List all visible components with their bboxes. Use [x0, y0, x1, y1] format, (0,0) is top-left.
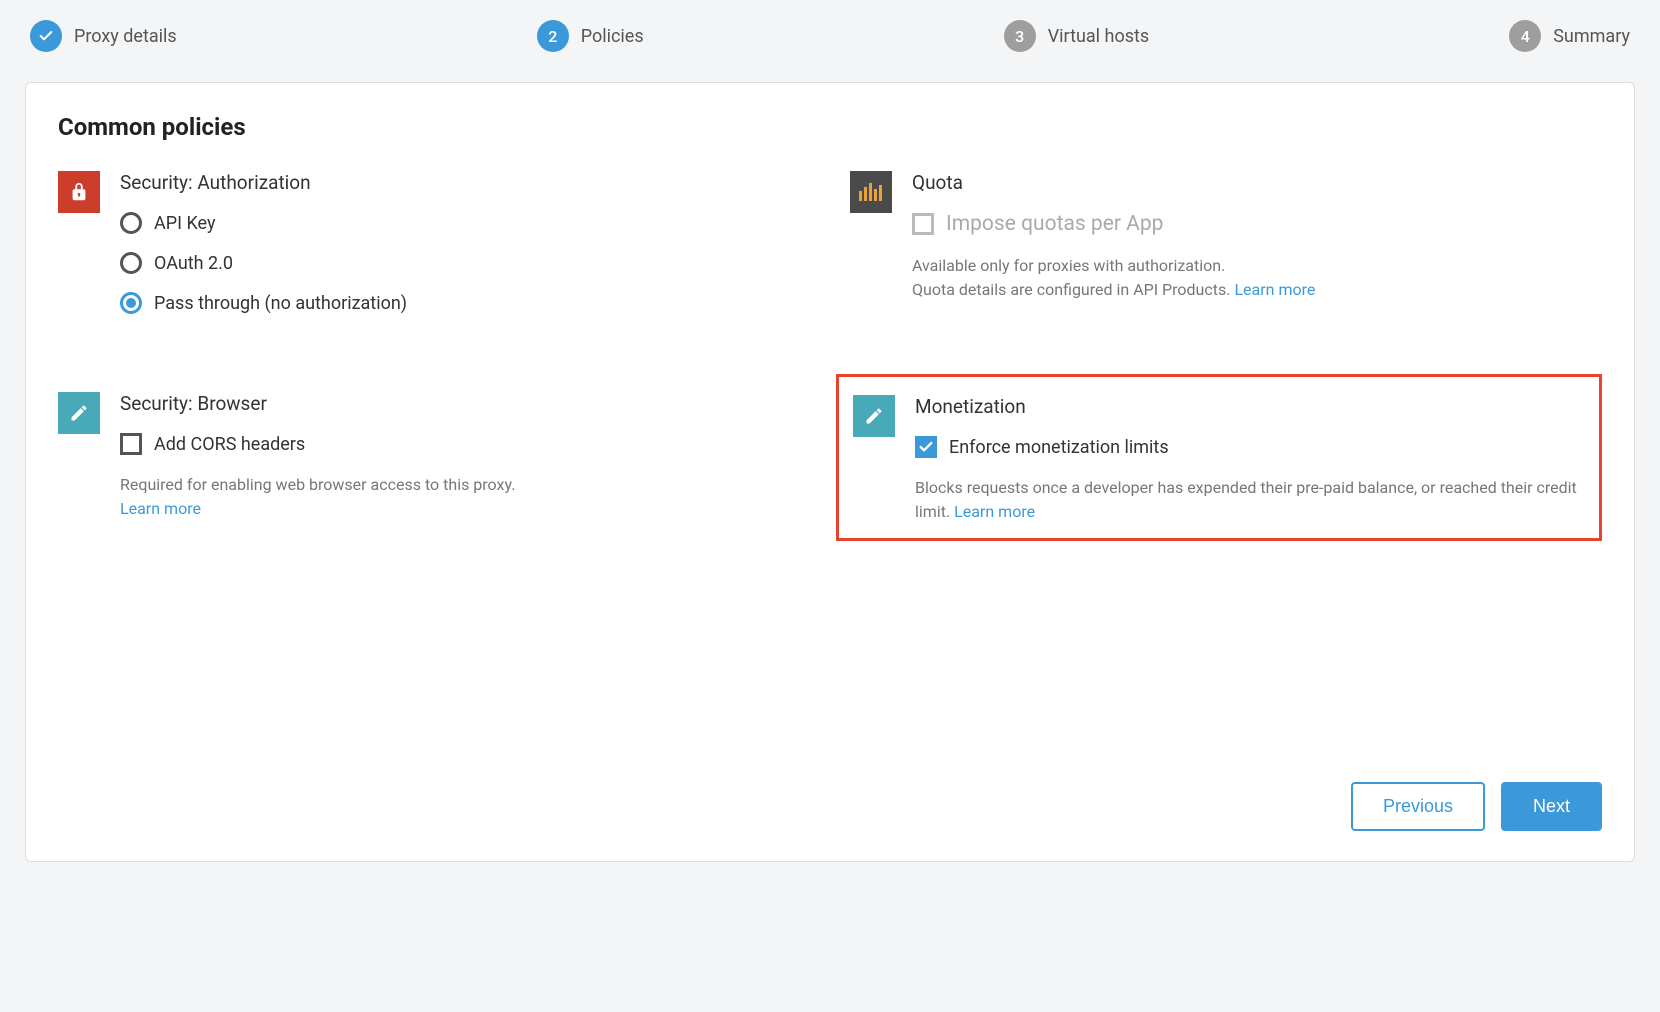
radio-icon [120, 212, 142, 234]
policy-heading: Security: Authorization [120, 171, 810, 194]
policy-description: Available only for proxies with authoriz… [912, 254, 1602, 302]
checkbox-icon [915, 436, 937, 458]
radio-label: OAuth 2.0 [154, 253, 233, 274]
bar-chart-icon [850, 171, 892, 213]
radio-icon [120, 252, 142, 274]
step-virtual-hosts[interactable]: 3 Virtual hosts [1004, 20, 1149, 52]
step-number-icon: 2 [537, 20, 569, 52]
checkbox-icon [120, 433, 142, 455]
policy-heading: Security: Browser [120, 392, 810, 415]
checkbox-impose-quotas: Impose quotas per App [912, 212, 1602, 236]
learn-more-link[interactable]: Learn more [954, 502, 1035, 521]
wizard-actions: Previous Next [58, 782, 1602, 831]
check-icon [30, 20, 62, 52]
wizard-stepper: Proxy details 2 Policies 3 Virtual hosts… [0, 0, 1660, 82]
radio-api-key[interactable]: API Key [120, 212, 810, 234]
checkbox-label: Enforce monetization limits [949, 437, 1169, 458]
step-number-icon: 4 [1509, 20, 1541, 52]
panel-title: Common policies [58, 113, 1602, 141]
lock-icon [58, 171, 100, 213]
step-policies[interactable]: 2 Policies [537, 20, 644, 52]
policy-security-authorization: Security: Authorization API Key OAuth 2.… [58, 171, 810, 332]
step-label: Proxy details [74, 26, 177, 47]
checkbox-enforce-monetization[interactable]: Enforce monetization limits [915, 436, 1585, 458]
monetization-highlight: Monetization Enforce monetization limits… [836, 374, 1602, 541]
policy-description: Blocks requests once a developer has exp… [915, 476, 1585, 524]
step-number-icon: 3 [1004, 20, 1036, 52]
radio-pass-through[interactable]: Pass through (no authorization) [120, 292, 810, 314]
step-summary[interactable]: 4 Summary [1509, 20, 1630, 52]
policy-quota: Quota Impose quotas per App Available on… [850, 171, 1602, 332]
radio-label: API Key [154, 213, 215, 234]
checkbox-label: Add CORS headers [154, 434, 305, 455]
previous-button[interactable]: Previous [1351, 782, 1485, 831]
next-button[interactable]: Next [1501, 782, 1602, 831]
policies-panel: Common policies Security: Authorization … [25, 82, 1635, 862]
policy-heading: Monetization [915, 395, 1585, 418]
learn-more-link[interactable]: Learn more [120, 499, 201, 518]
checkbox-add-cors[interactable]: Add CORS headers [120, 433, 810, 455]
policy-security-browser: Security: Browser Add CORS headers Requi… [58, 392, 810, 541]
step-label: Policies [581, 26, 644, 47]
checkbox-icon [912, 213, 934, 235]
policy-description: Required for enabling web browser access… [120, 473, 810, 521]
policy-heading: Quota [912, 171, 1602, 194]
pencil-icon [58, 392, 100, 434]
pencil-icon [853, 395, 895, 437]
step-label: Virtual hosts [1048, 26, 1149, 47]
learn-more-link[interactable]: Learn more [1234, 280, 1315, 299]
step-proxy-details[interactable]: Proxy details [30, 20, 177, 52]
radio-oauth[interactable]: OAuth 2.0 [120, 252, 810, 274]
step-label: Summary [1553, 26, 1630, 47]
radio-label: Pass through (no authorization) [154, 293, 407, 314]
policy-monetization: Monetization Enforce monetization limits… [853, 395, 1585, 524]
radio-icon [120, 292, 142, 314]
checkbox-label: Impose quotas per App [946, 212, 1163, 236]
